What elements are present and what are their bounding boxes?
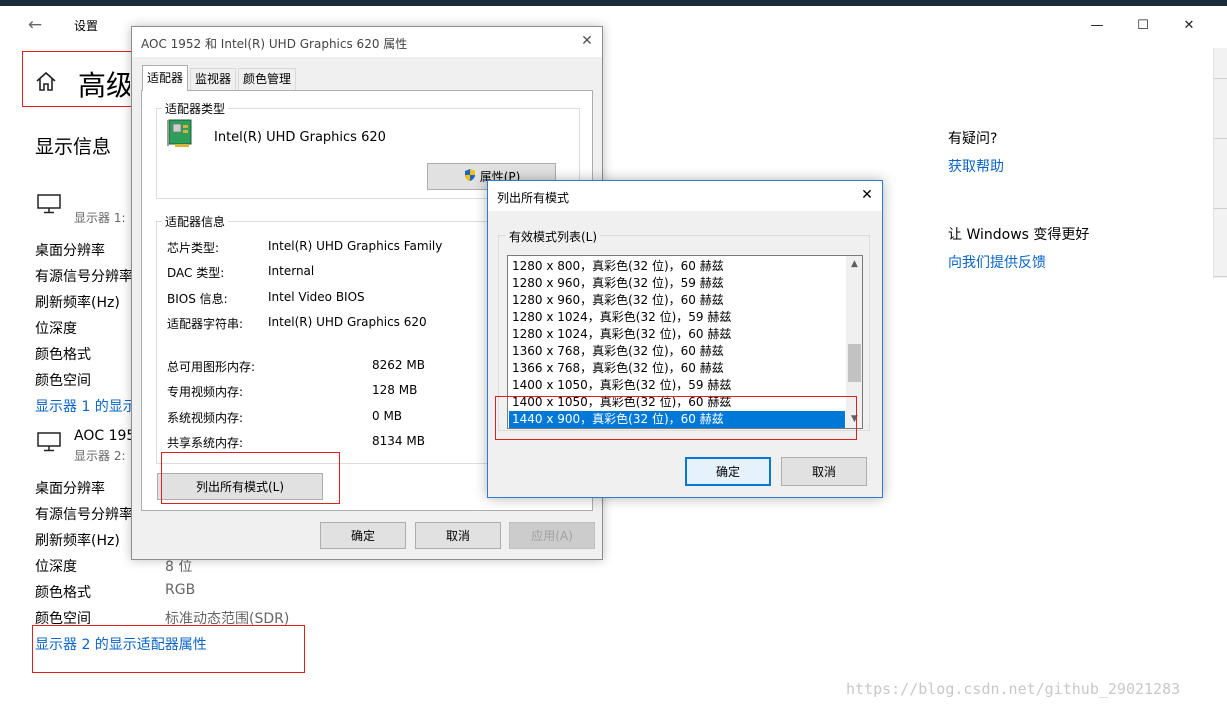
- close-button[interactable]: ✕: [1177, 14, 1201, 38]
- display2-row-desktop-resolution: 桌面分辨率: [35, 481, 105, 497]
- dac-type-label: DAC 类型:: [167, 266, 225, 280]
- display2-color-format-value: RGB: [165, 582, 196, 598]
- get-help-link[interactable]: 获取帮助: [948, 156, 1004, 176]
- dedicated-memory-label: 专用视频内存:: [167, 385, 244, 399]
- list-item[interactable]: 1280 x 1024，真彩色(32 位)，59 赫兹: [509, 309, 845, 326]
- highlight-box-selected-mode: [495, 396, 857, 440]
- ok-button[interactable]: 确定: [320, 522, 406, 549]
- system-memory-value: 0 MB: [372, 409, 403, 423]
- valid-modes-title: 有效模式列表(L): [506, 228, 601, 245]
- highlight-box-title: [22, 51, 132, 107]
- display2-row-color-format: 颜色格式: [35, 585, 91, 601]
- list-item[interactable]: 1280 x 960，真彩色(32 位)，60 赫兹: [509, 292, 845, 309]
- shared-memory-label: 共享系统内存:: [167, 436, 244, 450]
- adapter-info-title: 适配器信息: [162, 213, 229, 230]
- list-modes-dialog: 列出所有模式 ✕ 有效模式列表(L) 1280 x 800，真彩色(32 位)，…: [487, 180, 883, 498]
- total-memory-label: 总可用图形内存:: [167, 360, 256, 374]
- system-memory-label: 系统视频内存:: [167, 411, 244, 425]
- cancel-button[interactable]: 取消: [415, 522, 501, 549]
- display1-row-color-space: 颜色空间: [35, 373, 91, 389]
- graphics-card-icon: [165, 117, 195, 149]
- section-title: 显示信息: [35, 136, 112, 158]
- watermark-text: https://blog.csdn.net/github_29021283: [846, 680, 1181, 698]
- close-icon[interactable]: ✕: [858, 186, 876, 204]
- dialog-title: AOC 1952 和 Intel(R) UHD Graphics 620 属性: [141, 37, 408, 51]
- total-memory-value: 8262 MB: [372, 358, 425, 372]
- list-item[interactable]: 1366 x 768，真彩色(32 位)，60 赫兹: [509, 360, 845, 377]
- list-item[interactable]: 1280 x 800，真彩色(32 位)，60 赫兹: [509, 258, 845, 275]
- bios-info-value: Intel Video BIOS: [268, 290, 365, 304]
- tab-adapter[interactable]: 适配器: [142, 65, 188, 91]
- settings-window-title: 设置: [74, 19, 99, 33]
- chip-type-value: Intel(R) UHD Graphics Family: [268, 239, 443, 253]
- feedback-link[interactable]: 向我们提供反馈: [948, 252, 1046, 272]
- minimize-button[interactable]: —: [1085, 14, 1109, 38]
- display1-row-refresh-rate: 刷新频率(Hz): [35, 295, 120, 311]
- list-item[interactable]: 1360 x 768，真彩色(32 位)，60 赫兹: [509, 343, 845, 360]
- display1-adapter-link[interactable]: 显示器 1 的显示: [35, 396, 137, 416]
- display1-row-active-signal: 有源信号分辨率: [35, 269, 133, 285]
- back-arrow-icon[interactable]: ←: [24, 14, 46, 36]
- close-icon[interactable]: ✕: [578, 32, 596, 50]
- highlight-box-list-modes: [161, 452, 340, 504]
- uac-shield-icon: [463, 168, 477, 185]
- display1-sublabel: 显示器 1:: [74, 211, 126, 225]
- dedicated-memory-value: 128 MB: [372, 383, 418, 397]
- modes-dialog-title: 列出所有模式: [497, 191, 570, 205]
- help-title: 有疑问?: [948, 131, 998, 147]
- display2-row-bit-depth: 位深度: [35, 559, 77, 575]
- tab-color-management[interactable]: 颜色管理: [238, 68, 296, 90]
- display2-row-active-signal: 有源信号分辨率: [35, 507, 133, 523]
- chip-type-label: 芯片类型:: [167, 241, 220, 255]
- display1-row-desktop-resolution: 桌面分辨率: [35, 243, 105, 259]
- adapter-type-title: 适配器类型: [162, 100, 229, 117]
- modes-ok-button[interactable]: 确定: [685, 457, 771, 486]
- display1-row-color-format: 颜色格式: [35, 347, 91, 363]
- make-windows-better-title: 让 Windows 变得更好: [948, 227, 1090, 243]
- adapter-name: Intel(R) UHD Graphics 620: [214, 130, 386, 145]
- display1-row-bit-depth: 位深度: [35, 321, 77, 337]
- maximize-button[interactable]: ☐: [1131, 14, 1155, 38]
- shared-memory-value: 8134 MB: [372, 434, 425, 448]
- scroll-thumb[interactable]: [848, 344, 861, 382]
- tab-monitor[interactable]: 监视器: [190, 68, 236, 90]
- apply-button: 应用(A): [509, 522, 595, 549]
- list-item[interactable]: 1280 x 960，真彩色(32 位)，59 赫兹: [509, 275, 845, 292]
- adapter-string-label: 适配器字符串:: [167, 317, 244, 331]
- display2-row-refresh-rate: 刷新频率(Hz): [35, 533, 120, 549]
- highlight-box-display2-link: [32, 625, 305, 673]
- adjacent-window-edge: [1213, 48, 1227, 278]
- bios-info-label: BIOS 信息:: [167, 292, 228, 306]
- list-item[interactable]: 1400 x 1050，真彩色(32 位)，59 赫兹: [509, 377, 845, 394]
- adapter-string-value: Intel(R) UHD Graphics 620: [268, 315, 427, 329]
- monitor-icon: [37, 432, 63, 452]
- monitor-icon: [37, 194, 63, 214]
- display2-sublabel: 显示器 2:: [74, 449, 126, 463]
- scroll-up-icon[interactable]: ▲: [846, 256, 862, 273]
- modes-cancel-button[interactable]: 取消: [781, 457, 867, 486]
- dac-type-value: Internal: [268, 264, 315, 278]
- list-item[interactable]: 1280 x 1024，真彩色(32 位)，60 赫兹: [509, 326, 845, 343]
